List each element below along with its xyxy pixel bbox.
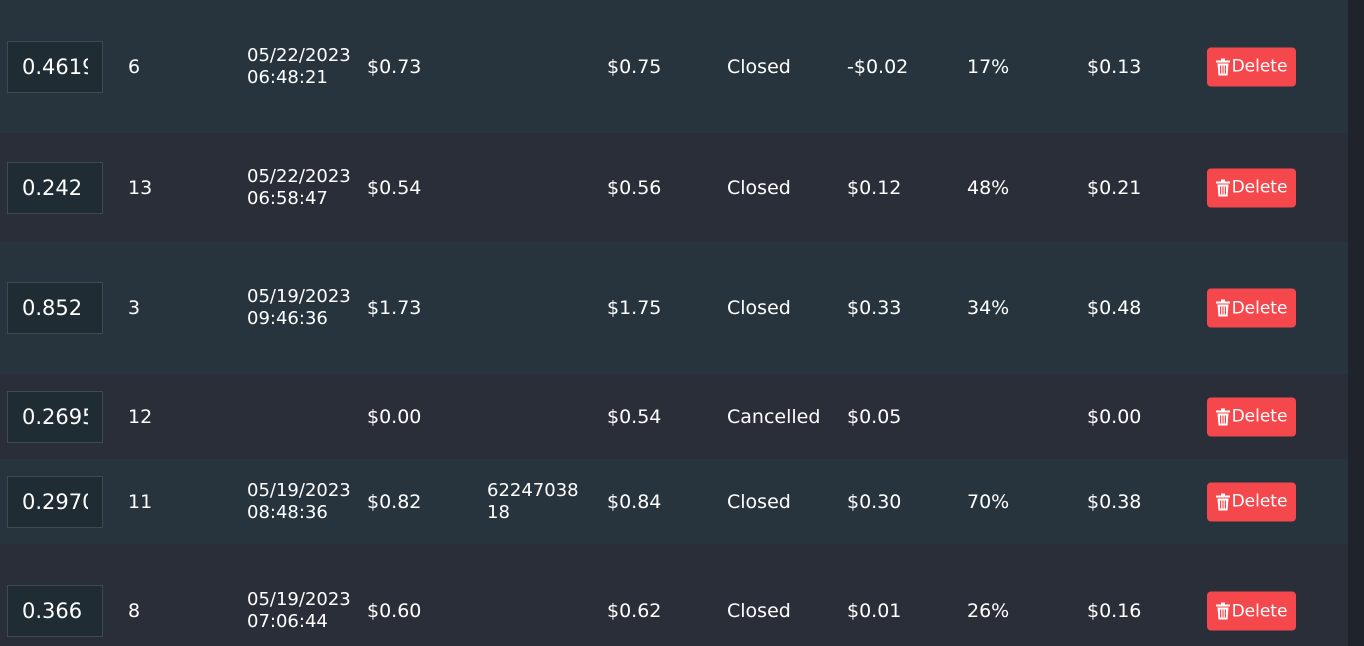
percent-cell: 26% <box>967 600 1010 622</box>
delete-button[interactable]: Delete <box>1207 288 1296 328</box>
profit-cell: $0.33 <box>847 297 902 319</box>
percent-cell: 17% <box>967 55 1010 78</box>
datetime-cell: 05/22/2023 06:58:47 <box>247 166 351 210</box>
fee-cell: $0.48 <box>1087 297 1142 319</box>
table-row: 8 05/19/202307:06:44 $0.60 $0.62 Closed … <box>0 544 1348 646</box>
profit-cell: $0.05 <box>847 405 902 428</box>
price-cell: $0.82 <box>367 490 422 513</box>
trash-icon <box>1215 493 1230 510</box>
percent-cell: 34% <box>967 297 1010 319</box>
close-price-cell: $0.62 <box>607 600 662 622</box>
fee-cell: $0.16 <box>1087 600 1142 622</box>
price-cell: $0.73 <box>367 55 422 78</box>
status-cell: Closed <box>727 297 791 319</box>
quantity-cell: 12 <box>128 405 153 428</box>
value-input[interactable] <box>7 282 103 334</box>
quantity-cell: 11 <box>128 490 153 513</box>
close-price-cell: $0.84 <box>607 490 662 513</box>
datetime-cell: 05/22/2023 06:48:21 <box>247 45 351 89</box>
quantity-cell: 6 <box>128 55 141 78</box>
status-cell: Closed <box>727 176 791 199</box>
date-text: 05/19/2023 <box>247 286 351 307</box>
time-text: 06:58:47 <box>247 187 328 209</box>
price-cell: $0.60 <box>367 600 422 622</box>
date-text: 05/22/2023 <box>247 165 351 187</box>
value-input[interactable] <box>7 475 103 528</box>
value-input[interactable] <box>7 40 103 93</box>
table-row: 11 05/19/202308:48:36 $0.82 6224703818 $… <box>0 459 1348 544</box>
price-cell: $0.54 <box>367 176 422 199</box>
datetime-cell: 05/19/2023 07:06:44 <box>247 589 351 633</box>
trash-icon <box>1215 179 1230 196</box>
table-row: 12 $0.00 $0.54 Cancelled $0.05 $0.00 Del… <box>0 374 1348 459</box>
status-cell: Closed <box>727 600 791 622</box>
profit-cell: $0.30 <box>847 490 902 513</box>
delete-label: Delete <box>1231 177 1288 198</box>
table-row: 6 05/22/202306:48:21 $0.73 $0.75 Closed … <box>0 0 1348 133</box>
profit-cell: -$0.02 <box>847 55 909 78</box>
delete-button[interactable]: Delete <box>1207 397 1296 436</box>
profit-cell: $0.01 <box>847 600 902 622</box>
close-price-cell: $0.56 <box>607 176 662 199</box>
date-text: 05/19/2023 <box>247 589 351 610</box>
date-text: 05/19/2023 <box>247 479 351 501</box>
trades-table: 6 05/22/202306:48:21 $0.73 $0.75 Closed … <box>0 0 1348 646</box>
time-text: 09:46:36 <box>247 308 328 329</box>
fee-cell: $0.21 <box>1087 176 1142 199</box>
scrollbar[interactable] <box>1348 0 1364 646</box>
datetime-cell: 05/19/2023 08:48:36 <box>247 480 351 524</box>
fee-cell: $0.38 <box>1087 490 1142 513</box>
percent-cell: 48% <box>967 176 1010 199</box>
value-input[interactable] <box>7 390 103 443</box>
value-input[interactable] <box>7 161 103 214</box>
close-price-cell: $0.75 <box>607 55 662 78</box>
fee-cell: $0.00 <box>1087 405 1142 428</box>
delete-button[interactable]: Delete <box>1207 47 1296 86</box>
delete-label: Delete <box>1231 406 1288 427</box>
delete-button[interactable]: Delete <box>1207 482 1296 521</box>
price-cell: $0.00 <box>367 405 422 428</box>
table-row: 3 05/19/202309:46:36 $1.73 $1.75 Closed … <box>0 242 1348 374</box>
order-id-cell: 6224703818 <box>487 479 579 523</box>
status-cell: Cancelled <box>727 405 821 428</box>
quantity-cell: 3 <box>128 297 141 319</box>
delete-button[interactable]: Delete <box>1207 168 1296 207</box>
time-text: 06:48:21 <box>247 66 328 88</box>
fee-cell: $0.13 <box>1087 55 1142 78</box>
percent-cell: 70% <box>967 490 1010 513</box>
time-text: 08:48:36 <box>247 501 328 523</box>
quantity-cell: 8 <box>128 600 141 622</box>
trash-icon <box>1215 299 1230 317</box>
table-row: 13 05/22/202306:58:47 $0.54 $0.56 Closed… <box>0 133 1348 242</box>
delete-label: Delete <box>1231 491 1288 512</box>
delete-label: Delete <box>1231 601 1288 621</box>
trash-icon <box>1215 602 1230 620</box>
delete-label: Delete <box>1231 56 1288 77</box>
price-cell: $1.73 <box>367 297 422 319</box>
time-text: 07:06:44 <box>247 611 328 632</box>
trash-icon <box>1215 58 1230 75</box>
close-price-cell: $0.54 <box>607 405 662 428</box>
delete-button[interactable]: Delete <box>1207 591 1296 631</box>
close-price-cell: $1.75 <box>607 297 662 319</box>
status-cell: Closed <box>727 490 791 513</box>
trash-icon <box>1215 408 1230 425</box>
datetime-cell: 05/19/2023 09:46:36 <box>247 286 351 330</box>
status-cell: Closed <box>727 55 791 78</box>
value-input[interactable] <box>7 585 103 637</box>
date-text: 05/22/2023 <box>247 44 351 66</box>
delete-label: Delete <box>1231 298 1288 318</box>
quantity-cell: 13 <box>128 176 153 199</box>
profit-cell: $0.12 <box>847 176 902 199</box>
